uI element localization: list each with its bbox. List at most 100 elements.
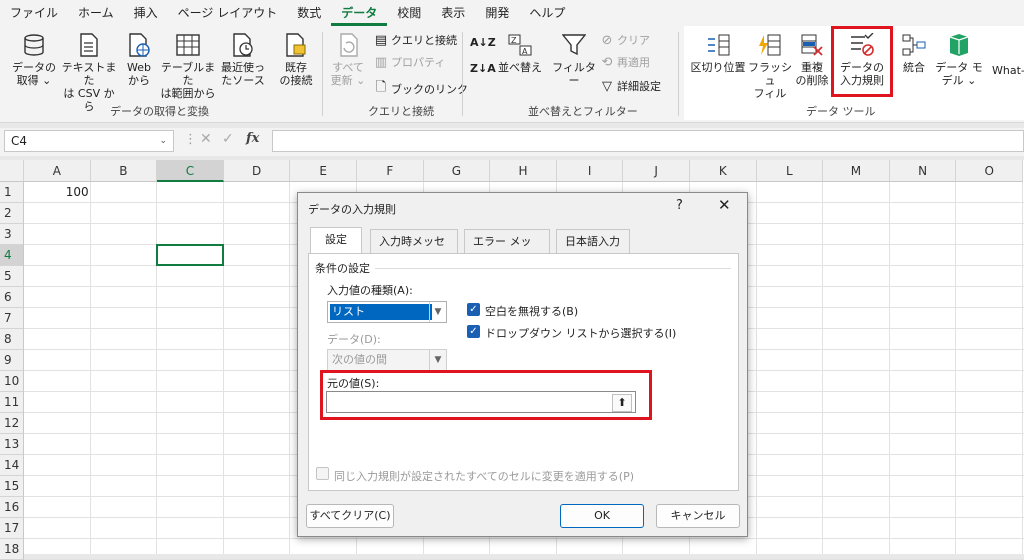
menu-item[interactable]: 校閲 [387, 0, 431, 26]
chevron-down-icon: ⌄ [159, 136, 167, 146]
formula-input[interactable] [272, 130, 1024, 152]
edit-links-button[interactable]: 🗋 ブックのリンク [374, 78, 468, 100]
allow-select[interactable]: リスト ▼ [327, 301, 447, 323]
row-header[interactable]: 11 [0, 392, 24, 413]
select-all-corner[interactable] [0, 160, 24, 182]
column-header[interactable]: N [889, 160, 957, 182]
menu-item[interactable]: ページ レイアウト [168, 0, 288, 26]
column-header[interactable]: H [490, 160, 557, 182]
column-header[interactable]: C [157, 160, 224, 182]
existing-connections-button[interactable]: 既存 の接続 [274, 32, 318, 87]
flash-fill-button[interactable]: フラッシュ フィル [748, 32, 792, 100]
data-operator-select[interactable]: 次の値の間 ▼ [327, 349, 447, 371]
menu-item[interactable]: 開発 [475, 0, 519, 26]
row-header[interactable]: 12 [0, 413, 24, 434]
filter-button[interactable]: フィルター [552, 32, 596, 87]
sort-az-button[interactable]: A↓Z [470, 36, 496, 49]
web-page-icon [126, 32, 152, 58]
menu-bar: ファイル ホーム 挿入 ページ レイアウト 数式 データ 校閲 表示 開発 ヘルプ [0, 0, 1024, 26]
clear-filter-button[interactable]: ⊘ クリア [600, 32, 650, 48]
column-header[interactable]: A [24, 160, 91, 182]
sort-icon: ZA [507, 32, 533, 58]
row-header[interactable]: 16 [0, 497, 24, 518]
properties-button[interactable]: ▥ プロパティ [374, 54, 446, 70]
column-header[interactable]: O [956, 160, 1023, 182]
in-cell-dropdown-checkbox[interactable]: ✓ [467, 325, 480, 338]
row-header[interactable]: 9 [0, 350, 24, 371]
row-header[interactable]: 15 [0, 476, 24, 497]
grid-line [289, 182, 291, 554]
consolidate-icon [901, 32, 927, 58]
column-header[interactable]: B [90, 160, 158, 182]
help-icon[interactable]: ? [676, 198, 683, 213]
cell-a1[interactable]: 100 [24, 185, 89, 199]
column-header[interactable]: F [357, 160, 424, 182]
ok-button[interactable]: OK [560, 504, 644, 528]
advanced-filter-button[interactable]: ▽ 詳細設定 [600, 78, 661, 94]
remove-duplicates-button[interactable]: 重複 の削除 [794, 32, 830, 87]
allow-label: 入力値の種類(A): [327, 284, 413, 297]
refresh-all-button[interactable]: すべて 更新 ⌄ [328, 32, 368, 87]
row-header[interactable]: 7 [0, 308, 24, 329]
row-header[interactable]: 6 [0, 287, 24, 308]
column-header[interactable]: I [556, 160, 624, 182]
column-header[interactable]: G [423, 160, 491, 182]
sort-za-button[interactable]: Z↓A [470, 62, 496, 75]
tab-input-message[interactable]: 入力時メッセージ [370, 229, 458, 272]
row-header[interactable]: 17 [0, 518, 24, 539]
from-table-range-button[interactable]: テーブルまた は範囲から [158, 32, 218, 100]
data-model-button[interactable]: データ モ デル ⌄ [934, 32, 984, 87]
sort-button[interactable]: ZA 並べ替え [498, 32, 542, 74]
from-text-csv-button[interactable]: テキストまた は CSV から [58, 32, 120, 113]
row-header[interactable]: 10 [0, 371, 24, 392]
get-data-button[interactable]: データの 取得 ⌄ [8, 32, 60, 87]
row-header[interactable]: 1 [0, 182, 24, 203]
what-if-button[interactable]: What-If [992, 64, 1024, 77]
consolidate-button[interactable]: 統合 [896, 32, 932, 74]
menu-item[interactable]: 数式 [287, 0, 331, 26]
row-header[interactable]: 8 [0, 329, 24, 350]
column-header[interactable]: D [223, 160, 291, 182]
row-header[interactable]: 13 [0, 434, 24, 455]
name-box[interactable]: C4 ⌄ [4, 130, 174, 152]
column-header[interactable]: E [290, 160, 357, 182]
row-header[interactable]: 18 [0, 539, 24, 560]
menu-item[interactable]: ホーム [68, 0, 124, 26]
text-to-columns-button[interactable]: 区切り位置 [690, 32, 746, 74]
row-header[interactable]: 5 [0, 266, 24, 287]
row-header[interactable]: 14 [0, 455, 24, 476]
column-header[interactable]: K [690, 160, 757, 182]
menu-item[interactable]: 表示 [431, 0, 475, 26]
close-icon[interactable]: ✕ [718, 196, 731, 214]
clear-all-button[interactable]: すべてクリア(C) [306, 504, 394, 528]
ignore-blank-checkbox[interactable]: ✓ [467, 303, 480, 316]
sort-za-icon: Z↓A [470, 62, 496, 75]
cancel-button[interactable]: キャンセル [656, 504, 740, 528]
svg-text:A: A [522, 47, 528, 56]
insert-function-icon[interactable]: fx [246, 131, 259, 146]
apply-all-checkbox[interactable] [316, 467, 329, 480]
column-header[interactable]: M [823, 160, 890, 182]
menu-item[interactable]: ファイル [0, 0, 68, 26]
grid-line [755, 182, 757, 554]
row-header[interactable]: 2 [0, 203, 24, 224]
tab-error-alert[interactable]: エラー メッセージ [464, 229, 550, 272]
menu-item[interactable]: ヘルプ [519, 0, 575, 26]
row-header[interactable]: 4 [0, 245, 24, 266]
reapply-button[interactable]: ⟲ 再適用 [600, 54, 650, 70]
tab-ime[interactable]: 日本語入力 [556, 229, 630, 253]
tab-settings[interactable]: 設定 [310, 227, 362, 253]
from-web-button[interactable]: Web から [120, 32, 158, 87]
column-header[interactable]: L [756, 160, 824, 182]
row-header[interactable]: 3 [0, 224, 24, 245]
queries-connections-button[interactable]: ▤ クエリと接続 [374, 32, 457, 48]
recent-sources-button[interactable]: 最近使っ たソース [218, 32, 268, 87]
validation-highlight-box [831, 26, 893, 97]
menu-item[interactable]: データ [331, 1, 388, 26]
confirm-edit-icon[interactable]: ✓ [222, 131, 234, 147]
menu-item[interactable]: 挿入 [124, 0, 168, 26]
column-header[interactable]: J [623, 160, 690, 182]
cancel-edit-icon[interactable]: ✕ [200, 131, 212, 147]
selected-cell-c4[interactable] [156, 244, 224, 266]
clear-filter-icon: ⊘ [601, 32, 613, 48]
